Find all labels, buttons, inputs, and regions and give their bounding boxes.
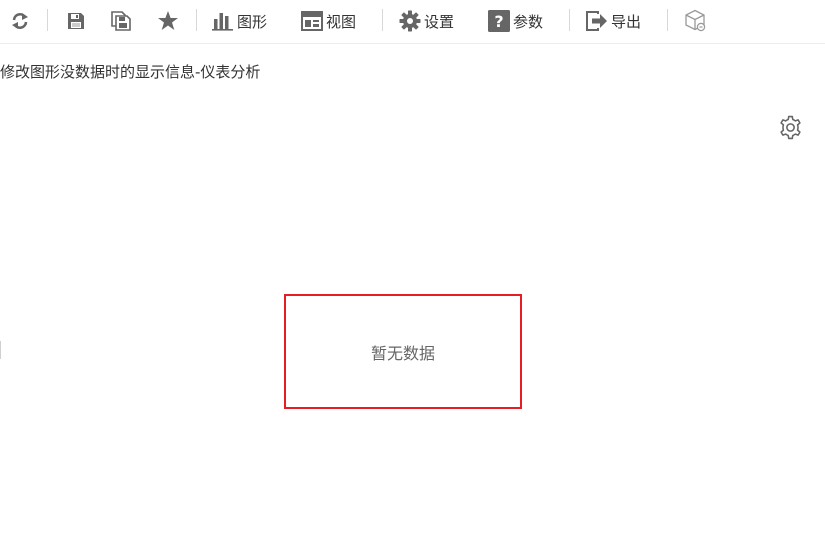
bar-chart-icon xyxy=(212,13,233,31)
toolbar: 图形 视图 设置 ? 参数 导出 xyxy=(0,0,825,44)
view-icon xyxy=(301,11,323,31)
refresh-icon xyxy=(12,13,28,29)
export-icon xyxy=(586,11,607,31)
empty-data-box: 暂无数据 xyxy=(284,294,522,409)
export-menu-label: 导出 xyxy=(611,12,642,31)
chart-menu-label: 图形 xyxy=(237,12,268,31)
settings-menu-label: 设置 xyxy=(424,12,455,31)
export-menu-button[interactable]: 导出 xyxy=(586,0,641,42)
toolbar-separator xyxy=(47,9,48,31)
svg-text:?: ? xyxy=(494,12,503,31)
cube-icon xyxy=(685,9,706,32)
parameters-menu-button[interactable]: ? 参数 xyxy=(488,0,543,42)
empty-data-message: 暂无数据 xyxy=(370,343,435,363)
report-title: 修改图形没数据时的显示信息-仪表分析 xyxy=(0,63,261,81)
refresh-button[interactable] xyxy=(10,0,30,42)
parameters-menu-label: 参数 xyxy=(513,12,544,31)
toolbar-separator xyxy=(569,9,570,31)
favorite-button[interactable] xyxy=(157,0,179,42)
save-as-button[interactable] xyxy=(110,0,132,42)
question-icon: ? xyxy=(488,10,510,32)
save-icon xyxy=(68,13,84,29)
view-menu-label: 视图 xyxy=(326,12,357,31)
chart-menu-button[interactable]: 图形 xyxy=(212,0,267,42)
toolbar-separator xyxy=(382,9,383,31)
save-button[interactable] xyxy=(66,0,86,42)
view-menu-button[interactable]: 视图 xyxy=(301,0,356,42)
toolbar-separator xyxy=(196,9,197,31)
chart-settings-button[interactable] xyxy=(778,115,803,140)
save-as-icon xyxy=(111,11,131,31)
toolbar-separator xyxy=(667,9,668,31)
gear-outline-icon xyxy=(780,115,801,140)
star-icon xyxy=(158,11,178,30)
panel-edge-marker xyxy=(0,341,1,359)
model-button[interactable] xyxy=(684,0,708,42)
settings-menu-button[interactable]: 设置 xyxy=(399,0,454,42)
gear-icon xyxy=(399,10,421,32)
